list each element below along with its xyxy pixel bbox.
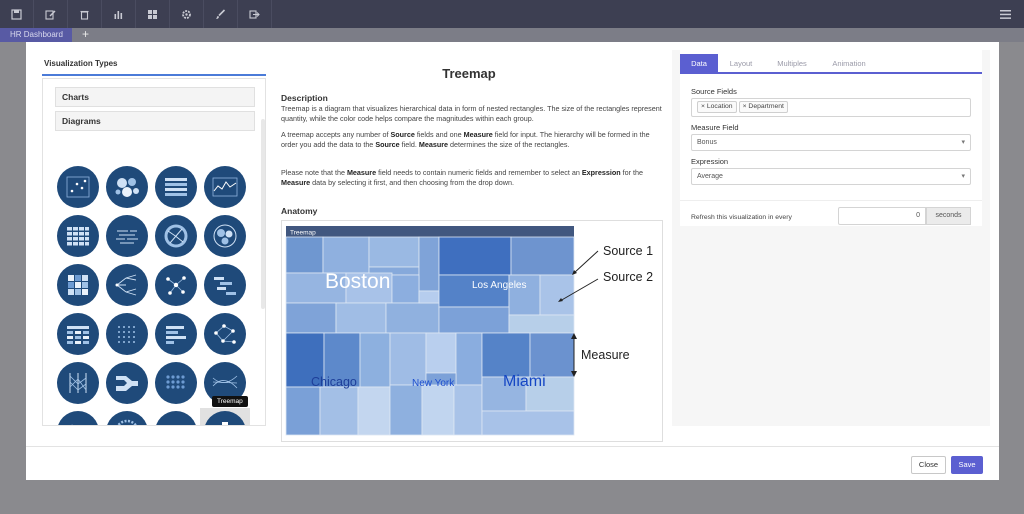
source-chip-location[interactable]: × Location — [697, 101, 737, 113]
chord-icon[interactable] — [155, 215, 197, 257]
settings-card: Data Layout Multiples Animation Source F… — [680, 50, 982, 226]
miami-label: Miami — [503, 373, 546, 390]
source1-callout: Source 1 — [603, 244, 653, 258]
divider — [680, 200, 982, 201]
bar-chart-icon[interactable] — [102, 0, 136, 28]
page-title: Treemap — [442, 66, 496, 81]
expression-label: Expression — [691, 157, 729, 166]
chevron-down-icon: ▾ — [961, 173, 965, 180]
description-paragraph-2: A treemap accepts any number of Source f… — [281, 130, 650, 149]
tab-layout[interactable]: Layout — [722, 54, 760, 74]
circle-pack-icon[interactable] — [204, 215, 246, 257]
add-tab-button[interactable]: + — [82, 28, 89, 42]
measure-field-label: Measure Field — [691, 123, 739, 132]
word-cloud-icon[interactable] — [106, 215, 148, 257]
bar-list-icon[interactable] — [155, 166, 197, 208]
wave-icon[interactable] — [57, 411, 99, 425]
description-panel: Treemap Description Treemap is a diagram… — [274, 58, 664, 442]
anatomy-header-text: Treemap — [290, 230, 316, 237]
settings-panel: Data Layout Multiples Animation Source F… — [672, 50, 990, 426]
document-tab-bar: HR Dashboard + — [0, 28, 1024, 42]
description-heading: Description — [281, 93, 328, 103]
anatomy-illustration: Treemap Boston Los Angeles Chicago New Y… — [285, 226, 653, 436]
matrix-icon[interactable] — [57, 264, 99, 306]
diagram-icon-grid: Treemap — [57, 166, 253, 425]
source1-arrow — [573, 250, 599, 274]
radial-icon[interactable] — [106, 411, 148, 425]
source-fields-label: Source Fields — [691, 87, 737, 96]
section-charts[interactable]: Charts — [55, 87, 255, 107]
export-icon[interactable] — [238, 0, 272, 28]
section-diagrams[interactable]: Diagrams — [55, 111, 255, 131]
top-toolbar — [0, 0, 1024, 28]
dashboard-icon[interactable] — [136, 0, 170, 28]
visualization-types-panel: Visualization Types Charts Diagrams Tree… — [42, 58, 266, 426]
hamburger-icon[interactable] — [992, 0, 1018, 28]
parallel-coordinates-icon[interactable] — [57, 362, 99, 404]
source2-callout: Source 2 — [603, 270, 653, 284]
source-fields-input[interactable]: × Location × Department — [691, 98, 971, 117]
refresh-interval-input[interactable]: 0 — [838, 207, 926, 225]
dot-matrix-icon[interactable] — [106, 313, 148, 355]
treemap-tooltip: Treemap — [212, 396, 248, 407]
chevron-down-icon: ▾ — [961, 139, 965, 146]
bubble-cluster-icon[interactable] — [106, 166, 148, 208]
los-angeles-label: Los Angeles — [472, 280, 527, 291]
tab-multiples[interactable]: Multiples — [766, 54, 818, 74]
tab-data[interactable]: Data — [680, 54, 718, 74]
expression-value: Average — [697, 173, 723, 180]
heatmap-table-icon[interactable] — [57, 313, 99, 355]
settings-tabs: Data Layout Multiples Animation — [680, 54, 982, 74]
panel-divider — [42, 74, 266, 76]
table-grid-icon[interactable] — [57, 215, 99, 257]
edit-icon[interactable] — [34, 0, 68, 28]
anatomy-heading: Anatomy — [281, 206, 318, 216]
anatomy-figure: Treemap Boston Los Angeles Chicago New Y… — [281, 220, 663, 442]
panel-title: Visualization Types — [44, 59, 118, 68]
network-icon[interactable] — [155, 264, 197, 306]
line-chart-icon[interactable] — [204, 166, 246, 208]
measure-field-select[interactable]: Bonus ▾ — [691, 134, 971, 151]
horizontal-bars-icon[interactable] — [155, 313, 197, 355]
new-york-label: New York — [412, 378, 455, 389]
boston-label: Boston — [325, 270, 390, 293]
dot-scatter-icon[interactable] — [155, 411, 197, 425]
visualization-types-list: Charts Diagrams Treemap — [42, 78, 266, 426]
description-paragraph-3: Please note that the Measure field needs… — [281, 168, 643, 187]
tab-animation[interactable]: Animation — [823, 54, 875, 74]
scatter-grid-icon[interactable] — [57, 166, 99, 208]
dot-grid-icon[interactable] — [155, 362, 197, 404]
tree-icon[interactable] — [106, 264, 148, 306]
refresh-label: Refresh this visualization in every — [691, 214, 792, 221]
save-button[interactable]: Save — [951, 456, 983, 474]
node-graph-icon[interactable] — [204, 313, 246, 355]
refresh-unit-addon: seconds — [926, 207, 971, 225]
brush-icon[interactable] — [204, 0, 238, 28]
close-button[interactable]: Close — [911, 456, 946, 474]
source-chip-department[interactable]: × Department — [738, 101, 788, 113]
visualization-modal: Visualization Types Charts Diagrams Tree… — [26, 42, 999, 480]
measure-callout: Measure — [581, 348, 630, 362]
sankey-icon[interactable] — [106, 362, 148, 404]
chicago-label: Chicago — [311, 375, 357, 389]
anatomy-header-bar — [286, 226, 574, 237]
scrollbar[interactable] — [261, 119, 265, 309]
expression-select[interactable]: Average ▾ — [691, 168, 971, 185]
trash-icon[interactable] — [68, 0, 102, 28]
measure-field-value: Bonus — [697, 139, 717, 146]
save-icon[interactable] — [0, 0, 34, 28]
tab-hr-dashboard[interactable]: HR Dashboard — [0, 28, 72, 42]
gear-icon[interactable] — [170, 0, 204, 28]
modal-footer: Close Save — [26, 446, 999, 480]
description-paragraph-1: Treemap is a diagram that visualizes hie… — [281, 104, 662, 123]
gantt-icon[interactable] — [204, 264, 246, 306]
